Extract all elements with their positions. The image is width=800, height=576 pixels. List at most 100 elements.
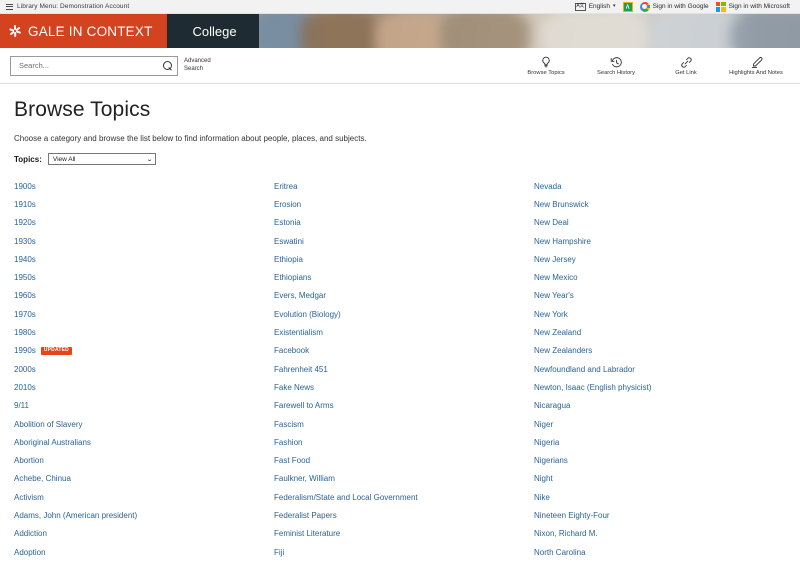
topic-link[interactable]: Facebook [274, 346, 309, 355]
topic-link[interactable]: Newfoundland and Labrador [534, 365, 635, 374]
advanced-search-link[interactable]: Advanced Search [184, 58, 218, 73]
topic-link[interactable]: 1960s [14, 291, 36, 300]
list-item[interactable]: Eswatini [274, 232, 534, 250]
list-item[interactable]: Adams, John (American president) [14, 506, 274, 524]
topic-link[interactable]: Niger [534, 420, 553, 429]
topic-link[interactable]: Fake News [274, 383, 314, 392]
topic-link[interactable]: Nevada [534, 182, 562, 191]
list-item[interactable]: 9/11 [14, 397, 274, 415]
list-item[interactable]: Feminist Literature [274, 525, 534, 543]
list-item[interactable]: Adoption [14, 543, 274, 561]
list-item[interactable]: New Jersey [534, 250, 786, 268]
list-item[interactable]: Facebook [274, 342, 534, 360]
topic-link[interactable]: Eritrea [274, 182, 298, 191]
list-item[interactable]: 1990s UPDATED [14, 342, 274, 360]
list-item[interactable]: North Carolina [534, 543, 786, 561]
topic-link[interactable]: New York [534, 310, 568, 319]
list-item[interactable]: Nigeria [534, 433, 786, 451]
list-item[interactable]: New Zealand [534, 323, 786, 341]
list-item[interactable]: Achebe, Chinua [14, 470, 274, 488]
topic-link[interactable]: Activism [14, 493, 44, 502]
list-item[interactable]: Fascism [274, 415, 534, 433]
topic-link[interactable]: Nixon, Richard M. [534, 529, 598, 538]
list-item[interactable]: New Zealanders [534, 342, 786, 360]
topic-link[interactable]: Nigerians [534, 456, 568, 465]
list-item[interactable]: 1930s [14, 232, 274, 250]
list-item[interactable]: Nineteen Eighty-Four [534, 506, 786, 524]
list-item[interactable]: Evers, Medgar [274, 287, 534, 305]
topic-link[interactable]: Night [534, 474, 553, 483]
list-item[interactable]: 1920s [14, 214, 274, 232]
topic-link[interactable]: 1990s [14, 346, 36, 355]
topics-select[interactable]: View All ⌄ [47, 153, 156, 165]
list-item[interactable]: Farewell to Arms [274, 397, 534, 415]
search-box[interactable] [10, 55, 178, 76]
list-item[interactable]: Newton, Isaac (English physicist) [534, 378, 786, 396]
list-item[interactable]: Ethiopia [274, 250, 534, 268]
list-item[interactable]: Fashion [274, 433, 534, 451]
topic-link[interactable]: Aboriginal Australians [14, 438, 91, 447]
list-item[interactable]: New Year's [534, 287, 786, 305]
list-item[interactable]: Estonia [274, 214, 534, 232]
topic-link[interactable]: Fashion [274, 438, 302, 447]
list-item[interactable]: 1910s [14, 195, 274, 213]
search-history-button[interactable]: Search History [588, 56, 644, 76]
topic-link[interactable]: Federalism/State and Local Government [274, 493, 418, 502]
list-item[interactable]: Nevada [534, 177, 786, 195]
list-item[interactable]: Existentialism [274, 323, 534, 341]
topic-link[interactable]: 1940s [14, 255, 36, 264]
topic-link[interactable]: Abolition of Slavery [14, 420, 82, 429]
topic-link[interactable]: North Carolina [534, 548, 586, 557]
topic-link[interactable]: 1980s [14, 328, 36, 337]
topic-link[interactable]: Evers, Medgar [274, 291, 326, 300]
list-item[interactable]: Abortion [14, 451, 274, 469]
list-item[interactable]: Aboriginal Australians [14, 433, 274, 451]
topic-link[interactable]: Newton, Isaac (English physicist) [534, 383, 651, 392]
list-item[interactable]: 1940s [14, 250, 274, 268]
topic-link[interactable]: 2000s [14, 365, 36, 374]
browse-topics-button[interactable]: Browse Topics [518, 56, 574, 76]
list-item[interactable]: 1970s [14, 305, 274, 323]
topic-link[interactable]: Adams, John (American president) [14, 511, 137, 520]
search-icon[interactable] [163, 60, 173, 71]
search-input[interactable] [17, 60, 163, 71]
list-item[interactable]: Fast Food [274, 451, 534, 469]
list-item[interactable]: Fahrenheit 451 [274, 360, 534, 378]
topic-link[interactable]: 1950s [14, 273, 36, 282]
list-item[interactable]: Addiction [14, 525, 274, 543]
list-item[interactable]: Nicaragua [534, 397, 786, 415]
topic-link[interactable]: Faulkner, William [274, 474, 335, 483]
list-item[interactable]: New Brunswick [534, 195, 786, 213]
list-item[interactable]: Fake News [274, 378, 534, 396]
topic-link[interactable]: Addiction [14, 529, 47, 538]
topic-link[interactable]: 1900s [14, 182, 36, 191]
list-item[interactable]: Federalism/State and Local Government [274, 488, 534, 506]
sign-in-microsoft-button[interactable]: Sign in with Microsoft [715, 1, 790, 12]
list-item[interactable]: Evolution (Biology) [274, 305, 534, 323]
list-item[interactable]: Fiji [274, 543, 534, 561]
list-item[interactable]: 1900s [14, 177, 274, 195]
library-menu-label[interactable]: Library Menu: Demonstration Account [17, 3, 129, 10]
topic-link[interactable]: Abortion [14, 456, 44, 465]
list-item[interactable]: 1980s [14, 323, 274, 341]
list-item[interactable]: New Mexico [534, 268, 786, 286]
topic-link[interactable]: New Deal [534, 218, 569, 227]
list-item[interactable]: Abolition of Slavery [14, 415, 274, 433]
list-item[interactable]: Eritrea [274, 177, 534, 195]
topic-link[interactable]: Fascism [274, 420, 304, 429]
topic-link[interactable]: Nicaragua [534, 401, 570, 410]
list-item[interactable]: 2010s [14, 378, 274, 396]
list-item[interactable]: New Hampshire [534, 232, 786, 250]
topic-link[interactable]: Feminist Literature [274, 529, 340, 538]
list-item[interactable]: Night [534, 470, 786, 488]
topic-link[interactable]: Nineteen Eighty-Four [534, 511, 610, 520]
list-item[interactable]: Ethiopians [274, 268, 534, 286]
topic-link[interactable]: New Hampshire [534, 237, 591, 246]
list-item[interactable]: New Deal [534, 214, 786, 232]
topic-link[interactable]: 1920s [14, 218, 36, 227]
topic-link[interactable]: Existentialism [274, 328, 323, 337]
list-item[interactable]: Nigerians [534, 451, 786, 469]
topic-link[interactable]: New Year's [534, 291, 574, 300]
topic-link[interactable]: New Mexico [534, 273, 578, 282]
list-item[interactable]: 1960s [14, 287, 274, 305]
